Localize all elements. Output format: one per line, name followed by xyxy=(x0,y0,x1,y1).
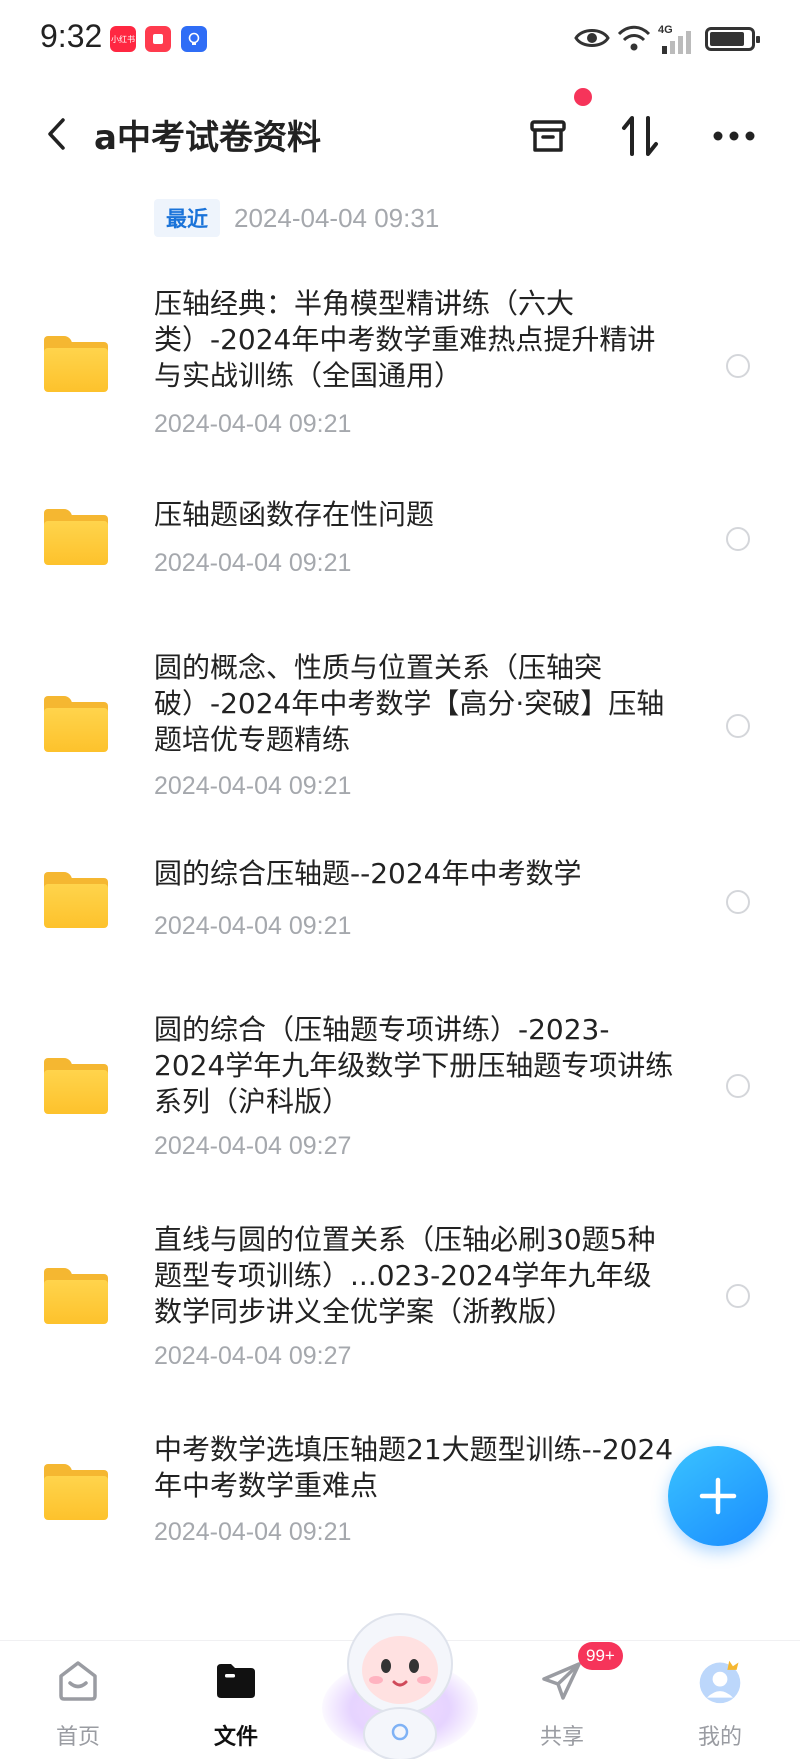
more-dots-icon xyxy=(713,131,755,141)
folder-icon xyxy=(44,696,108,752)
file-date: 2024-04-04 09:21 xyxy=(154,549,352,577)
file-date: 2024-04-04 09:21 xyxy=(154,912,352,940)
sort-arrows-icon xyxy=(622,116,658,156)
share-count-badge: 99+ xyxy=(578,1642,623,1670)
file-date: 2024-04-04 09:27 xyxy=(154,1132,352,1160)
file-name: 直线与圆的位置关系（压轴必刷30题5种题型专项训练）...023-2024学年九… xyxy=(154,1223,656,1328)
file-date: 2024-04-04 09:21 xyxy=(154,410,352,438)
file-date: 2024-04-04 09:27 xyxy=(154,1342,352,1370)
file-row[interactable]: 圆的综合压轴题--2024年中考数学 2024-04-04 09:21 xyxy=(0,856,800,956)
file-name: 压轴经典：半角模型精讲练（六大类）-2024年中考数学重难热点提升精讲与实战训练… xyxy=(154,287,656,392)
astronaut-mascot-icon xyxy=(347,1613,453,1759)
notes-app-icon xyxy=(145,26,171,52)
select-checkbox[interactable] xyxy=(726,527,750,551)
sort-button[interactable] xyxy=(612,108,668,164)
notification-dot xyxy=(574,88,592,106)
recent-time: 2024-04-04 09:31 xyxy=(234,202,440,233)
file-name: 圆的综合压轴题--2024年中考数学 xyxy=(154,857,582,890)
file-name: 圆的概念、性质与位置关系（压轴突破）-2024年中考数学【高分·突破】压轴题培优… xyxy=(154,651,665,756)
paper-plane-icon xyxy=(538,1657,586,1705)
xiaohongshu-app-icon: 小红书 xyxy=(110,26,136,52)
folder-icon xyxy=(44,336,108,392)
file-row[interactable]: 圆的综合（压轴题专项讲练）-2023-2024学年九年级数学下册压轴题专项讲练系… xyxy=(0,1012,800,1172)
chevron-left-icon xyxy=(48,118,65,150)
mascot-button[interactable] xyxy=(318,1600,482,1759)
select-checkbox[interactable] xyxy=(726,890,750,914)
file-name: 压轴题函数存在性问题 xyxy=(154,498,435,531)
signal-icon xyxy=(660,30,694,58)
nav-share-label: 共享 xyxy=(539,1725,584,1750)
bulb-app-icon xyxy=(181,26,207,52)
home-icon xyxy=(54,1657,102,1705)
header: a中考试卷资料 xyxy=(0,90,800,180)
select-checkbox[interactable] xyxy=(726,1284,750,1308)
file-row[interactable]: 圆的概念、性质与位置关系（压轴突破）-2024年中考数学【高分·突破】压轴题培优… xyxy=(0,650,800,810)
files-icon xyxy=(212,1657,260,1705)
select-checkbox[interactable] xyxy=(726,1074,750,1098)
folder-icon xyxy=(44,1464,108,1520)
status-bar: 9:32 小红书 4G xyxy=(0,0,800,80)
page-title: a中考试卷资料 xyxy=(94,118,321,158)
more-options-button[interactable] xyxy=(706,108,762,164)
avatar xyxy=(696,1657,744,1705)
nav-share[interactable]: 共享 xyxy=(512,1657,612,1751)
archive-button[interactable] xyxy=(520,108,576,164)
nav-files[interactable]: 文件 xyxy=(186,1657,286,1751)
back-button[interactable] xyxy=(36,112,76,156)
file-name: 圆的综合（压轴题专项讲练）-2023-2024学年九年级数学下册压轴题专项讲练系… xyxy=(154,1013,674,1118)
wifi-icon xyxy=(616,22,652,58)
file-row[interactable]: 压轴经典：半角模型精讲练（六大类）-2024年中考数学重难热点提升精讲与实战训练… xyxy=(0,280,800,440)
folder-icon xyxy=(44,1268,108,1324)
folder-icon xyxy=(44,872,108,928)
file-date: 2024-04-04 09:21 xyxy=(154,1518,352,1546)
nav-home-label: 首页 xyxy=(55,1725,100,1750)
plus-icon xyxy=(699,1477,737,1515)
select-checkbox[interactable] xyxy=(726,714,750,738)
nav-files-label: 文件 xyxy=(213,1725,258,1750)
nav-home[interactable]: 首页 xyxy=(28,1657,128,1751)
recent-row: 最近 2024-04-04 09:31 xyxy=(154,198,439,238)
file-date: 2024-04-04 09:21 xyxy=(154,772,352,800)
status-time: 9:32 xyxy=(40,18,103,54)
folder-icon xyxy=(44,1058,108,1114)
nav-mine[interactable]: 我的 xyxy=(670,1657,770,1751)
nav-mine-label: 我的 xyxy=(697,1725,742,1750)
select-checkbox[interactable] xyxy=(726,354,750,378)
file-name: 中考数学选填压轴题21大题型训练--2024年中考数学重难点 xyxy=(154,1433,674,1502)
file-row[interactable]: 压轴题函数存在性问题 2024-04-04 09:21 xyxy=(0,497,800,597)
recent-tag: 最近 xyxy=(154,199,220,237)
file-row[interactable]: 直线与圆的位置关系（压轴必刷30题5种题型专项训练）...023-2024学年九… xyxy=(0,1222,800,1382)
folder-icon xyxy=(44,509,108,565)
add-button[interactable] xyxy=(668,1446,768,1546)
eye-icon xyxy=(574,22,610,58)
battery-icon xyxy=(705,27,760,51)
archive-box-icon xyxy=(530,120,566,152)
